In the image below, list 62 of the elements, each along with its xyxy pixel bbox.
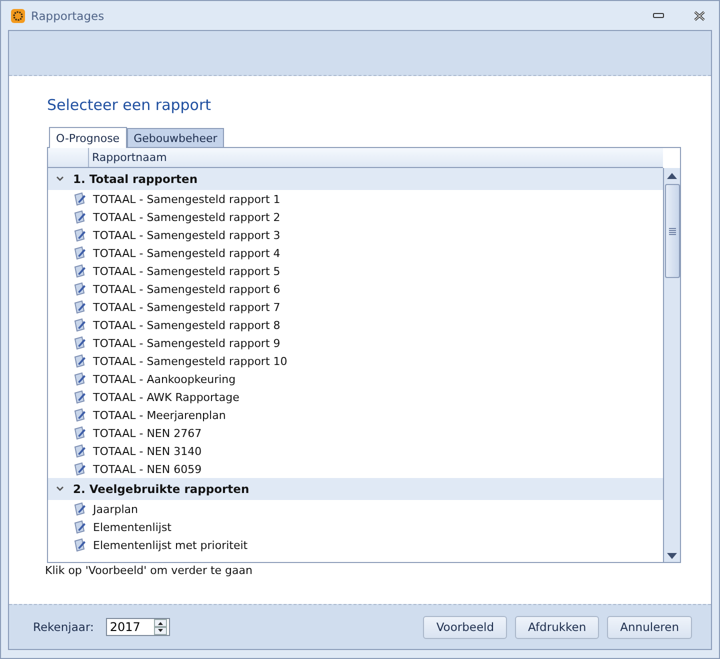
report-name[interactable]: TOTAAL - Samengesteld rapport 2 (93, 210, 280, 224)
report-icon (73, 538, 87, 552)
report-name[interactable]: Elementenlijst met prioriteit (93, 538, 248, 552)
report-icon (73, 390, 87, 404)
report-name[interactable]: TOTAAL - Samengesteld rapport 4 (93, 246, 280, 260)
report-name[interactable]: TOTAAL - Samengesteld rapport 1 (93, 192, 280, 206)
chevron-down-icon[interactable] (56, 486, 64, 492)
report-icon (73, 444, 87, 458)
report-name[interactable]: TOTAAL - Samengesteld rapport 10 (93, 354, 288, 368)
dialog-button[interactable]: Voorbeeld (423, 616, 508, 638)
report-icon (73, 354, 87, 368)
report-name[interactable]: TOTAAL - Samengesteld rapport 8 (93, 318, 280, 332)
report-name[interactable]: TOTAAL - NEN 2767 (93, 426, 202, 440)
report-icon (73, 300, 87, 314)
close-icon[interactable] (694, 10, 705, 20)
column-header[interactable]: Rapportnaam (89, 148, 170, 167)
app-icon (11, 8, 25, 22)
report-icon (73, 210, 87, 224)
scroll-up-icon[interactable] (667, 173, 677, 179)
report-icon (73, 520, 87, 534)
spin-down-icon[interactable] (154, 627, 167, 635)
report-icon (73, 426, 87, 440)
tab[interactable]: Gebouwbeheer (126, 128, 224, 147)
dialog-button[interactable]: Annuleren (607, 616, 692, 638)
report-icon (73, 282, 87, 296)
chevron-down-icon[interactable] (56, 176, 64, 182)
group-label: 1. Totaal rapporten (73, 172, 198, 186)
report-icon (73, 336, 87, 350)
report-icon (73, 192, 87, 206)
report-icon (73, 502, 87, 516)
report-name[interactable]: TOTAAL - Samengesteld rapport 6 (93, 282, 280, 296)
page-heading: Selecteer een rapport (47, 96, 212, 114)
spin-up-icon[interactable] (154, 619, 167, 627)
year-label: Rekenjaar: (33, 620, 94, 634)
minimize-icon[interactable] (653, 13, 664, 18)
report-name[interactable]: TOTAAL - Samengesteld rapport 9 (93, 336, 280, 350)
report-name[interactable]: TOTAAL - NEN 3140 (93, 444, 202, 458)
report-icon (73, 264, 87, 278)
report-name[interactable]: Jaarplan (93, 502, 138, 516)
report-icon (73, 372, 87, 386)
report-name[interactable]: TOTAAL - Samengesteld rapport 5 (93, 264, 280, 278)
report-name[interactable]: TOTAAL - Aankoopkeuring (93, 372, 236, 386)
report-name[interactable]: TOTAAL - Samengesteld rapport 3 (93, 228, 280, 242)
report-name[interactable]: TOTAAL - NEN 6059 (93, 462, 202, 476)
group-label: 2. Veelgebruikte rapporten (73, 482, 250, 496)
report-name[interactable]: TOTAAL - Samengesteld rapport 7 (93, 300, 280, 314)
report-name[interactable]: TOTAAL - AWK Rapportage (93, 390, 240, 404)
hint-text: Klik op 'Voorbeeld' om verder te gaan (45, 564, 254, 577)
year-spinner[interactable]: 2017 (106, 618, 170, 636)
report-name[interactable]: Elementenlijst (93, 520, 172, 534)
scroll-down-icon[interactable] (667, 553, 677, 559)
scrollbar[interactable] (663, 168, 680, 562)
report-icon (73, 228, 87, 242)
report-icon (73, 408, 87, 422)
report-icon (73, 462, 87, 476)
window-title: Rapportages (31, 8, 104, 22)
dialog-button[interactable]: Afdrukken (515, 616, 600, 638)
scroll-thumb[interactable] (664, 184, 680, 278)
tab[interactable]: O-Prognose (49, 127, 127, 148)
report-name[interactable]: TOTAAL - Meerjarenplan (93, 408, 226, 422)
report-icon (73, 318, 87, 332)
report-icon (73, 246, 87, 260)
